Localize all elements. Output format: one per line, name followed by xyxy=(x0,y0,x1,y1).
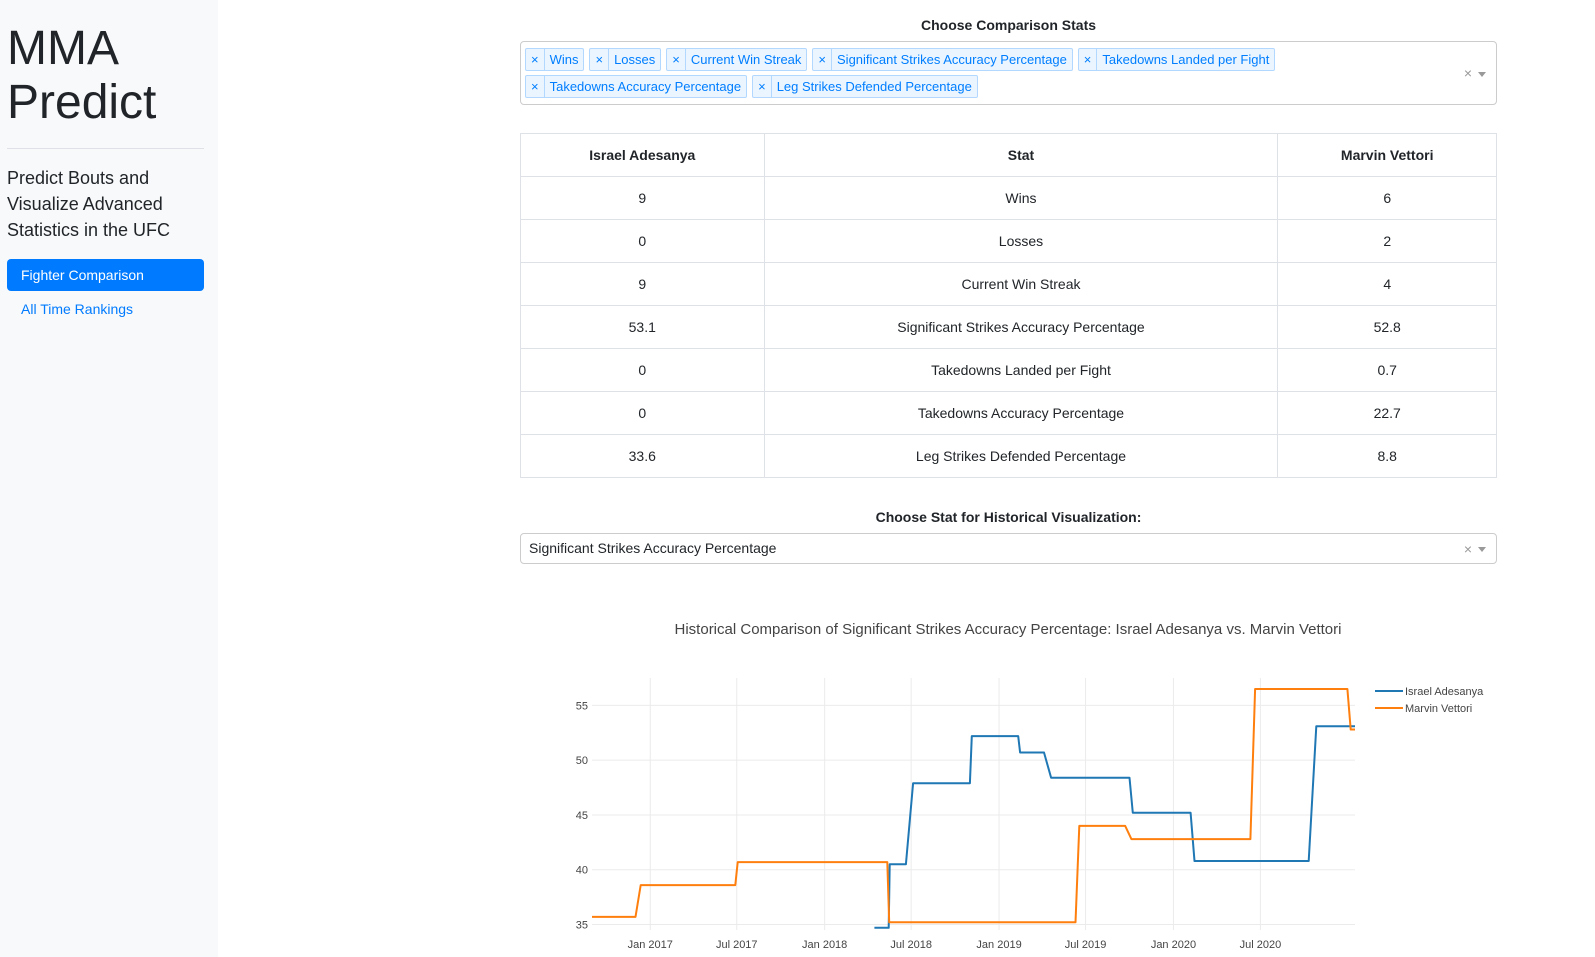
app-title: MMA Predict xyxy=(7,0,211,130)
x-tick-label: Jul 2019 xyxy=(1065,939,1107,951)
main-content: Choose Comparison Stats × Wins × Losses … xyxy=(520,0,1497,564)
stat-name: Wins xyxy=(763,176,1279,220)
chart-ticks: 35 40 45 50 55 Jan 2017 Jul 2017 Jan 2018 Jul 20… xyxy=(576,700,1281,951)
fighter-2-value: 22.7 xyxy=(1277,391,1497,435)
fighter-1-value: 9 xyxy=(520,176,765,220)
app-tagline: Predict Bouts and Visualize Advanced Sta… xyxy=(7,168,171,240)
x-tick-label: Jul 2017 xyxy=(716,939,758,951)
fighter-1-value: 53.1 xyxy=(520,305,765,349)
stat-name: Takedowns Accuracy Percentage xyxy=(763,391,1279,435)
chart-svg: Historical Comparison of Significant Str… xyxy=(576,621,1484,951)
chip-label: Losses xyxy=(614,52,656,67)
header-fighter-2: Marvin Vettori xyxy=(1277,133,1497,177)
stat-chip-takedowns-accuracy: × Takedowns Accuracy Percentage xyxy=(525,75,748,98)
app-title-line1: MMA xyxy=(7,22,119,75)
sidebar: MMA Predict Predict Bouts and Visualize … xyxy=(0,0,218,957)
dropdown-controls: × xyxy=(1464,535,1486,563)
chart-grid xyxy=(592,678,1355,930)
chart-legend[interactable]: Israel Adesanya Marvin Vettori xyxy=(1375,686,1484,715)
table-row: 9 Current Win Streak 4 xyxy=(520,262,1497,306)
historical-stat-dropdown[interactable]: Significant Strikes Accuracy Percentage … xyxy=(520,533,1497,564)
stat-name: Takedowns Landed per Fight xyxy=(763,348,1279,392)
y-tick-label: 40 xyxy=(576,865,588,877)
remove-chip-icon[interactable]: × xyxy=(590,49,610,70)
table-row: 0 Takedowns Accuracy Percentage 22.7 xyxy=(520,391,1497,435)
fighter-2-value: 8.8 xyxy=(1277,434,1497,478)
nav-fighter-comparison[interactable]: Fighter Comparison xyxy=(7,259,204,291)
table-row: 9 Wins 6 xyxy=(520,176,1497,220)
stat-chip-current-win-streak: × Current Win Streak xyxy=(666,48,808,71)
stat-chip-wins: × Wins xyxy=(525,48,585,71)
stat-name: Current Win Streak xyxy=(763,262,1279,306)
fighter-2-value: 2 xyxy=(1277,219,1497,263)
clear-all-icon[interactable]: × xyxy=(1464,65,1472,81)
table-row: 53.1 Significant Strikes Accuracy Percen… xyxy=(520,305,1497,349)
fighter-1-value: 0 xyxy=(520,348,765,392)
stat-name: Losses xyxy=(763,219,1279,263)
dropdown-controls: × xyxy=(1464,65,1486,81)
x-tick-label: Jul 2018 xyxy=(890,939,932,951)
historical-stat-label: Choose Stat for Historical Visualization… xyxy=(875,509,1142,525)
y-tick-label: 55 xyxy=(576,700,588,712)
comparison-table: Israel Adesanya Stat Marvin Vettori 9 Wi… xyxy=(520,133,1497,478)
y-tick-label: 45 xyxy=(576,810,588,822)
remove-chip-icon[interactable]: × xyxy=(526,49,545,70)
fighter-1-value: 0 xyxy=(520,391,765,435)
fighter-2-value: 52.8 xyxy=(1277,305,1497,349)
stat-name: Significant Strikes Accuracy Percentage xyxy=(763,305,1279,349)
remove-chip-icon[interactable]: × xyxy=(813,49,833,70)
fighter-1-value: 9 xyxy=(520,262,765,306)
fighter-2-value: 0.7 xyxy=(1277,348,1497,392)
historical-stat-value: Significant Strikes Accuracy Percentage xyxy=(529,540,777,556)
sidebar-divider xyxy=(7,148,204,149)
table-row: 33.6 Leg Strikes Defended Percentage 8.8 xyxy=(520,434,1497,478)
fighter-2-value: 4 xyxy=(1277,262,1497,306)
stat-chip-losses: × Losses xyxy=(589,48,662,71)
fighter-2-value: 6 xyxy=(1277,176,1497,220)
legend-item[interactable]: Marvin Vettori xyxy=(1405,703,1472,715)
header-stat: Stat xyxy=(763,133,1279,177)
clear-icon[interactable]: × xyxy=(1464,535,1472,563)
x-tick-label: Jan 2019 xyxy=(976,939,1021,951)
remove-chip-icon[interactable]: × xyxy=(1079,49,1098,70)
series-line-marvin-vettori[interactable] xyxy=(592,688,1355,924)
comparison-stats-dropdown[interactable]: × Wins × Losses × Current Win Streak × S… xyxy=(520,41,1497,105)
series-line-israel-adesanya[interactable] xyxy=(874,725,1355,929)
fighter-1-value: 0 xyxy=(520,219,765,263)
chevron-down-icon[interactable] xyxy=(1478,71,1486,77)
app-title-line2: Predict xyxy=(7,76,157,129)
historical-chart[interactable]: Historical Comparison of Significant Str… xyxy=(520,600,1497,957)
nav-all-time-rankings[interactable]: All Time Rankings xyxy=(7,293,204,325)
chip-label: Significant Strikes Accuracy Percentage xyxy=(837,52,1067,67)
chip-label: Takedowns Landed per Fight xyxy=(1102,52,1270,67)
chart-title: Historical Comparison of Significant Str… xyxy=(675,621,1342,638)
header-fighter-1: Israel Adesanya xyxy=(520,133,765,177)
y-tick-label: 35 xyxy=(576,920,588,932)
remove-chip-icon[interactable]: × xyxy=(667,49,686,70)
x-tick-label: Jan 2017 xyxy=(628,939,673,951)
x-tick-label: Jul 2020 xyxy=(1240,939,1282,951)
stat-chip-sig-strikes-accuracy: × Significant Strikes Accuracy Percentag… xyxy=(812,48,1073,71)
table-header-row: Israel Adesanya Stat Marvin Vettori xyxy=(520,133,1497,177)
table-row: 0 Takedowns Landed per Fight 0.7 xyxy=(520,348,1497,392)
remove-chip-icon[interactable]: × xyxy=(753,76,772,97)
comparison-stats-label: Choose Comparison Stats xyxy=(920,17,1097,33)
chart-lines xyxy=(592,688,1355,929)
y-tick-label: 50 xyxy=(576,755,588,767)
chevron-down-icon[interactable] xyxy=(1478,547,1486,552)
stat-chip-leg-strikes-defended: × Leg Strikes Defended Percentage xyxy=(752,75,978,98)
legend-item[interactable]: Israel Adesanya xyxy=(1405,686,1484,698)
remove-chip-icon[interactable]: × xyxy=(526,76,545,97)
fighter-1-value: 33.6 xyxy=(520,434,765,478)
x-tick-label: Jan 2018 xyxy=(802,939,847,951)
stat-name: Leg Strikes Defended Percentage xyxy=(763,434,1279,478)
chip-label: Wins xyxy=(549,52,579,67)
stat-chip-takedowns-per-fight: × Takedowns Landed per Fight xyxy=(1077,48,1276,71)
chip-label: Current Win Streak xyxy=(690,52,802,67)
x-tick-label: Jan 2020 xyxy=(1151,939,1196,951)
table-row: 0 Losses 2 xyxy=(520,219,1497,263)
chip-label: Leg Strikes Defended Percentage xyxy=(776,79,972,94)
chip-label: Takedowns Accuracy Percentage xyxy=(549,79,742,94)
